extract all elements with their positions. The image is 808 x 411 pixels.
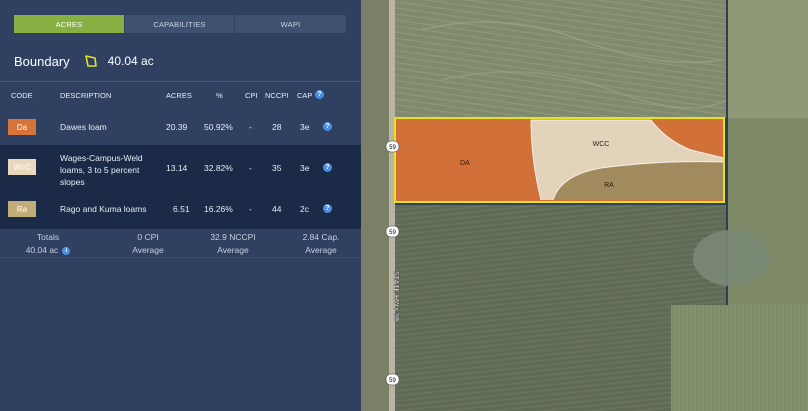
soil-nccpi: 35: [272, 163, 282, 173]
soil-percent: 16.26%: [204, 204, 233, 214]
highway-shield: 59: [385, 225, 400, 238]
highway-road: [389, 0, 395, 411]
field-northeast: [728, 0, 808, 118]
pond-area: [693, 230, 769, 286]
divider: [0, 257, 361, 258]
col-header-description: DESCRIPTION: [60, 91, 112, 100]
totals-cpi: 0 CPI: [137, 232, 159, 242]
soil-acres: 6.51: [173, 204, 190, 214]
totals-row: Totals 40.04 ac i 0 CPI Average 32.9 NCCP…: [0, 229, 361, 257]
tab-acres[interactable]: ACRES: [14, 15, 125, 33]
table-row[interactable]: Da Dawes loam 20.39 50.92% - 28 3e ?: [0, 110, 361, 144]
table-row[interactable]: Ra Rago and Kuma loams 6.51 16.26% - 44 …: [0, 195, 361, 229]
field-left: [361, 0, 389, 411]
shield-number: 59: [389, 230, 396, 236]
tab-wapi[interactable]: WAPI: [235, 15, 346, 33]
tab-bar: ACRES CAPABILITIES WAPI: [14, 15, 346, 33]
soil-description: Dawes loam: [60, 122, 107, 132]
col-header-acres: ACRES: [166, 91, 192, 100]
col-header-cpi: CPI: [245, 91, 258, 100]
soil-description: Rago and Kuma loams: [60, 204, 147, 214]
soil-cap: 2c: [300, 204, 309, 214]
soil-nccpi: 28: [272, 122, 282, 132]
totals-acres-wrap: 40.04 ac i: [0, 244, 96, 257]
totals-nccpi: 32.9 NCCPI: [210, 232, 256, 242]
soil-description: Wages-Campus-Weld loams, 3 to 5 percent …: [60, 153, 143, 187]
soil-code-badge: Da: [8, 119, 36, 135]
map-label-wcc: WCC: [593, 141, 610, 148]
totals-cap: 2.84 Cap.: [302, 232, 340, 242]
totals-label: Totals: [36, 232, 60, 242]
tab-capabilities[interactable]: CAPABILITIES: [125, 15, 235, 33]
soil-help-icon[interactable]: ?: [323, 163, 332, 172]
soils-panel: ACRES CAPABILITIES WAPI Boundary 40.04 a…: [0, 0, 361, 411]
soil-acres: 13.14: [166, 163, 188, 173]
col-header-cap: CAP: [297, 91, 313, 100]
boundary-title: Boundary: [14, 53, 70, 69]
totals-nccpi-sub: Average: [217, 245, 249, 255]
table-row[interactable]: WcC Wages-Campus-Weld loams, 3 to 5 perc…: [0, 145, 361, 195]
col-header-nccpi: NCCPI: [265, 91, 289, 100]
map-label-da: DA: [460, 160, 470, 167]
soil-percent: 32.82%: [204, 163, 233, 173]
col-header-code: CODE: [11, 91, 33, 100]
soil-help-icon[interactable]: ?: [323, 122, 332, 131]
map-label-ra: RA: [604, 182, 614, 189]
shield-number: 59: [389, 378, 396, 384]
cap-help-icon[interactable]: ?: [315, 90, 324, 99]
soil-acres: 20.39: [166, 122, 188, 132]
boundary-acres: 40.04 ac: [107, 54, 154, 68]
soil-code-badge: WcC: [8, 159, 36, 175]
soil-cap: 3e: [300, 163, 310, 173]
totals-cpi-sub: Average: [132, 245, 164, 255]
totals-acres: 40.04 ac: [25, 245, 59, 255]
soil-cpi: -: [249, 163, 252, 173]
soil-cap: 3e: [300, 122, 310, 132]
info-icon[interactable]: i: [62, 246, 71, 255]
soil-nccpi: 44: [272, 204, 282, 214]
boundary-header: Boundary 40.04 ac: [14, 52, 154, 70]
soil-percent: 50.92%: [204, 122, 233, 132]
highway-shield: 59: [385, 140, 400, 153]
soil-help-icon[interactable]: ?: [323, 204, 332, 213]
highway-shield: 59: [385, 373, 400, 386]
field-southeast-crop: [671, 305, 808, 411]
shield-number: 59: [389, 145, 396, 151]
satellite-map[interactable]: DA WCC RA 59 59 59 STATE HWY 59: [361, 0, 808, 411]
field-north: [395, 0, 726, 118]
soil-code-badge: Ra: [8, 201, 36, 217]
divider: [0, 81, 361, 82]
polygon-icon: [84, 55, 97, 67]
totals-cap-sub: Average: [305, 245, 337, 255]
col-header-percent: %: [216, 91, 223, 100]
soil-cpi: -: [249, 122, 252, 132]
road-label: STATE HWY 59: [392, 271, 399, 321]
soil-cpi: -: [249, 204, 252, 214]
